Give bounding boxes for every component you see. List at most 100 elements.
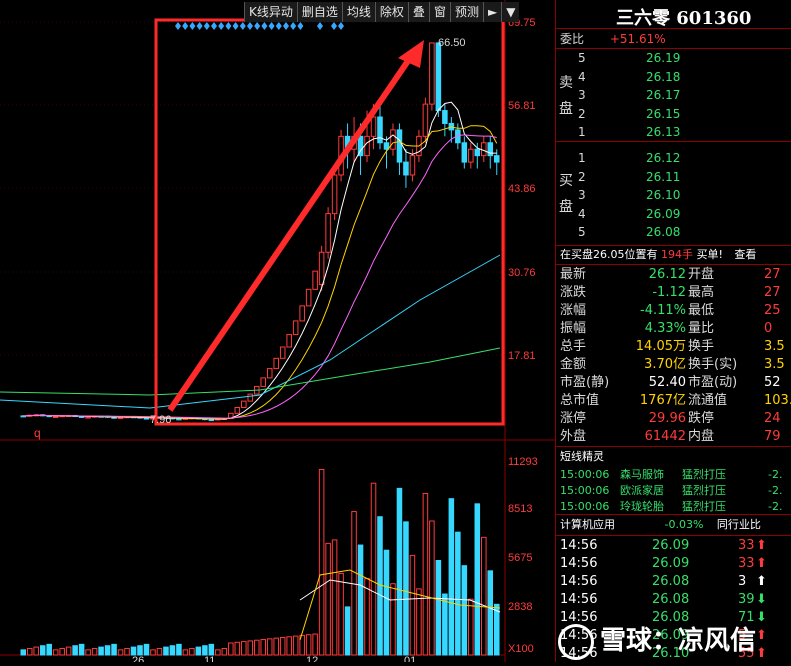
volume-bar [260, 639, 267, 656]
volume-bar [124, 647, 130, 656]
volume-tick-label: 11293 [508, 456, 538, 468]
volume-bar [33, 646, 39, 656]
tick-price: 26.08 [652, 592, 690, 607]
chevron-down-icon[interactable]: ▼ [501, 2, 519, 22]
volume-bar [481, 536, 487, 656]
tick-time: 14:56 [560, 574, 598, 589]
volume-bar [202, 645, 208, 656]
volume-bar [215, 649, 221, 656]
candle-body [273, 357, 279, 370]
volume-bar [318, 468, 325, 656]
low-price-label: 7.96 [150, 414, 171, 426]
overlay-button[interactable]: 叠 [407, 2, 429, 22]
buy-price: 26.08 [646, 225, 681, 239]
quote-value: 29.96 [648, 411, 686, 426]
short-elves-title: 短线精灵 [560, 450, 604, 463]
candle-body [474, 148, 481, 157]
trend-arrow-shaft [167, 53, 415, 412]
candle-body [377, 116, 383, 144]
k-anomaly-button[interactable]: K线异动 [244, 2, 297, 22]
sector-name[interactable]: 计算机应用 [560, 518, 615, 531]
tick-row: 14:56 26.09 33 ⬆ [556, 555, 791, 573]
candle-body [422, 103, 429, 137]
volume-bar [461, 565, 468, 656]
signal-diamond-icon [211, 22, 217, 30]
quote-value-2: 3.5 [764, 357, 785, 372]
volume-bar [26, 647, 33, 656]
date-tick-label: 12 [306, 655, 318, 662]
play-icon[interactable]: ► [482, 2, 501, 22]
date-tick-label: 11 [204, 655, 215, 662]
candle-body [266, 368, 273, 379]
buy-level-row: 2 26.11 [556, 168, 791, 186]
quote-value: -4.11% [640, 303, 686, 318]
volume-bar [468, 598, 474, 656]
buy-level-row: 3 26.10 [556, 186, 791, 204]
level-number: 5 [578, 225, 586, 239]
weibi-value: +51.61% [609, 32, 666, 46]
stock-name: 三六零 [616, 8, 670, 29]
volume-bar [169, 645, 176, 656]
volume-bar [279, 636, 286, 656]
ex-rights-button[interactable]: 除权 [374, 2, 408, 22]
quote-row: 市盈(静) 52.40 市盈(动) 52 [556, 374, 791, 392]
buy-level-row: 5 26.08 [556, 223, 791, 241]
ma-button[interactable]: 均线 [341, 2, 375, 22]
price-tick-label: 56.81 [508, 100, 536, 112]
volume-bar [357, 544, 364, 656]
volume-bar [396, 487, 403, 656]
candle-body [481, 142, 487, 157]
volume-bar [176, 643, 182, 656]
candle-body [117, 417, 124, 420]
quote-panel: 三六零 601360 委比 +51.61% 卖盘 5 26.19 4 26.18 3 26… [555, 0, 791, 662]
tick-time: 14:56 [560, 556, 598, 571]
tick-qty: 33 [738, 538, 755, 553]
volume-bar [442, 593, 448, 656]
signal-diamond-icon [268, 22, 275, 30]
window-button[interactable]: 窗 [428, 2, 450, 22]
forecast-button[interactable]: 预测 [449, 2, 483, 22]
volume-bar [474, 503, 481, 656]
buy-price: 26.09 [646, 206, 681, 221]
ma5-line [23, 101, 497, 420]
quote-value: 52.40 [648, 375, 686, 390]
quote-value: -1.12 [652, 285, 686, 300]
volume-bar [39, 645, 46, 656]
candle-body [396, 129, 403, 163]
date-tick-label: 01 [404, 655, 416, 662]
quote-value-2: 103. [764, 393, 791, 408]
view-link[interactable]: 查看 [734, 248, 756, 261]
remove-watchlist-button[interactable]: 删自选 [296, 2, 342, 22]
volume-bar [52, 649, 59, 656]
quote-label: 外盘 [560, 429, 587, 444]
peer-compare[interactable]: 同行业比 [717, 518, 761, 531]
volume-bar [208, 643, 215, 656]
quote-value: 4.33% [644, 321, 686, 336]
signal-diamond-icon [239, 22, 246, 30]
candle-body [312, 270, 318, 290]
candle-body [325, 213, 331, 253]
volume-bar [455, 531, 461, 656]
weibi-row: 委比 +51.61% [560, 30, 666, 48]
quote-row: 最新 26.12 开盘 27 [556, 266, 791, 284]
marker-q: q [34, 426, 41, 440]
candle-body [409, 155, 416, 176]
sell-price: 26.15 [646, 106, 681, 121]
tick-row: 14:56 26.08 39 ⬇ [556, 591, 791, 609]
kline-chart[interactable]: 69.75 56.81 43.86 30.76 17.81 11293 8513 5675 28… [0, 0, 555, 666]
volume-bar [448, 498, 455, 656]
signal-diamond-icon [175, 22, 181, 30]
volume-bar [435, 560, 442, 656]
level-number: 1 [578, 125, 586, 139]
candle-body [331, 174, 338, 215]
quote-value: 26.12 [648, 267, 686, 282]
quote-row: 涨跌 -1.12 最高 27 [556, 284, 791, 302]
quote-row: 涨停 29.96 跌停 24 [556, 410, 791, 428]
sell-level-row: 3 26.17 [556, 86, 791, 104]
volume-bar [390, 583, 396, 656]
arrow-up-icon: ⬆ [756, 574, 767, 589]
volume-bar [59, 647, 65, 656]
quote-label: 总市值 [560, 393, 600, 408]
buy-level-row: 4 26.09 [556, 205, 791, 223]
volume-bar [195, 646, 202, 656]
